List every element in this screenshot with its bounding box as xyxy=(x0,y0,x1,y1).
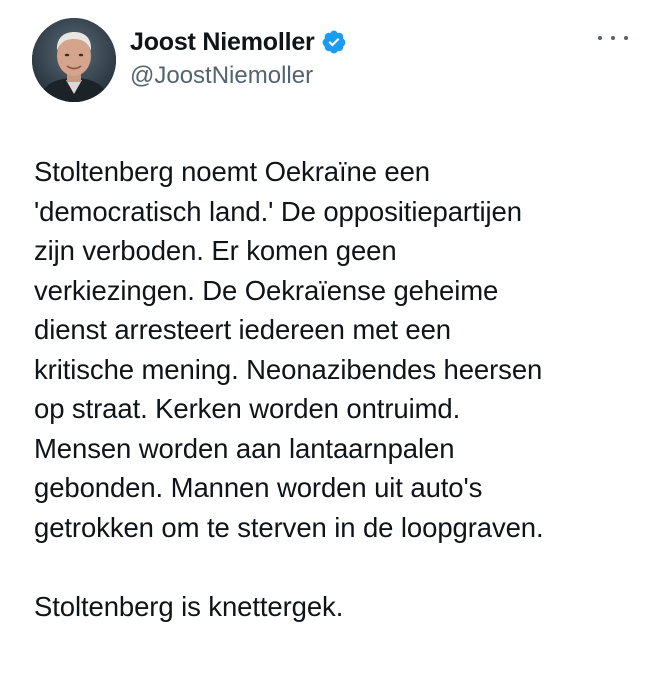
display-name[interactable]: Joost Niemoller xyxy=(130,28,315,57)
avatar[interactable] xyxy=(32,18,116,102)
tweet-paragraph: Stoltenberg is knettergek. xyxy=(34,590,344,622)
verified-badge-icon[interactable] xyxy=(321,29,347,55)
tweet-paragraph: Stoltenberg noemt Oekraïne een 'democrat… xyxy=(34,156,544,543)
author-handle[interactable]: @JoostNiemoller xyxy=(130,62,347,90)
dot-icon xyxy=(624,36,628,40)
author-name-row: Joost Niemoller xyxy=(130,26,347,58)
tweet-header: Joost Niemoller @JoostNiemoller xyxy=(32,18,632,104)
tweet-card: Joost Niemoller @JoostNiemoller Stoltenb… xyxy=(0,0,660,680)
more-options-icon[interactable] xyxy=(598,28,628,48)
tweet-text: Stoltenberg noemt Oekraïne een 'democrat… xyxy=(34,152,634,626)
profile-photo-icon xyxy=(32,18,116,102)
author-info: Joost Niemoller @JoostNiemoller xyxy=(130,26,347,90)
dot-icon xyxy=(598,36,602,40)
dot-icon xyxy=(611,36,615,40)
